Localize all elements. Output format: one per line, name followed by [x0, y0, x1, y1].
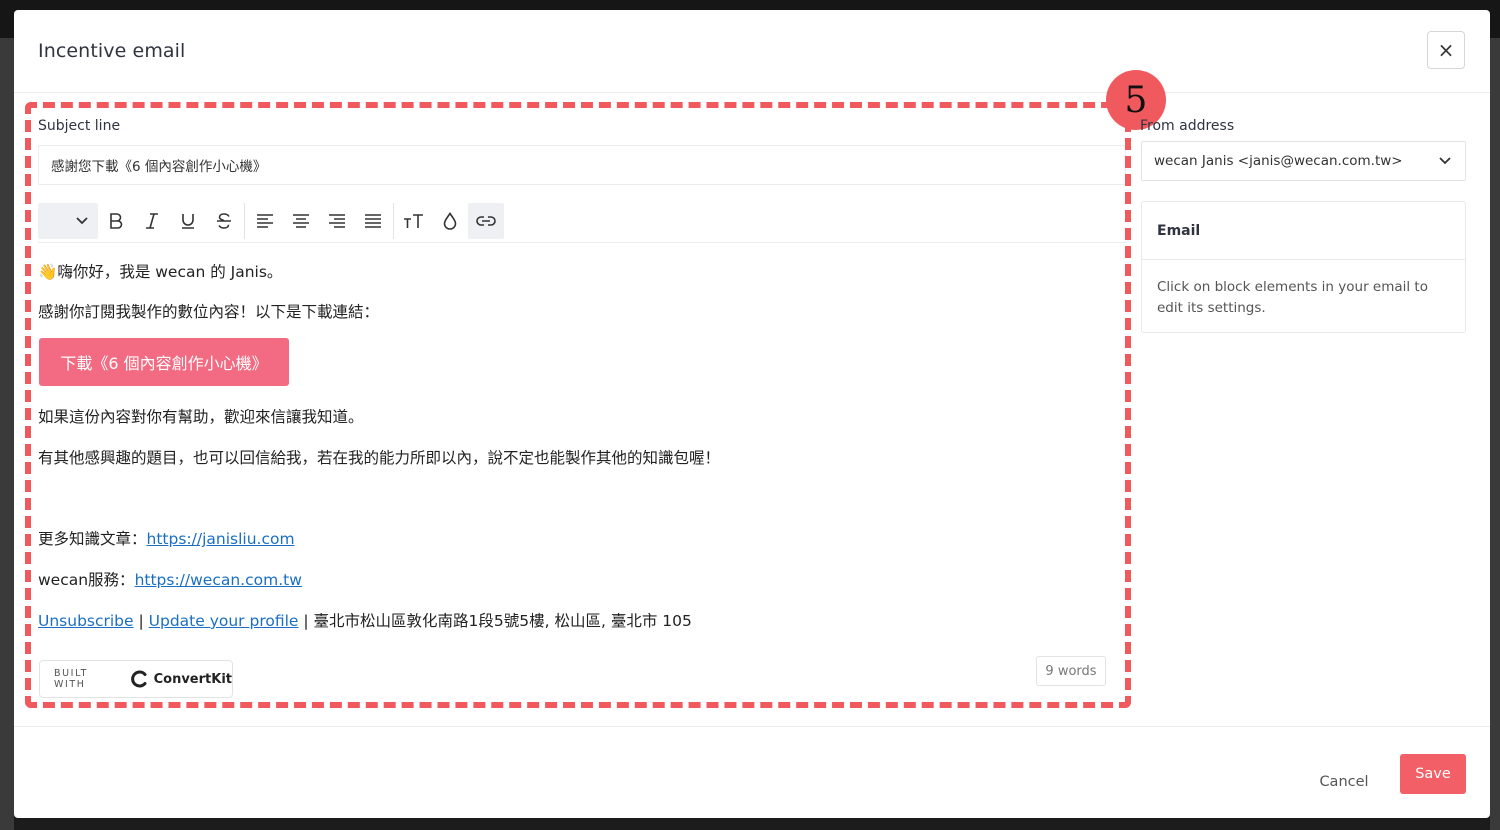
underline-icon — [182, 214, 194, 229]
text-color-button[interactable] — [432, 203, 468, 239]
footer-separator: | — [298, 612, 314, 630]
underline-button[interactable] — [170, 203, 206, 239]
greeting-text: 嗨你好，我是 wecan 的 Janis。 — [57, 263, 283, 281]
incentive-email-modal: Incentive email × Subject line 感謝您下載《6 個… — [14, 10, 1490, 818]
feedback-line[interactable]: 如果這份內容對你有幫助，歡迎來信讓我知道。 — [38, 405, 364, 427]
align-justify-icon — [365, 214, 381, 228]
thanks-line[interactable]: 感謝你訂閱我製作的數位內容！以下是下載連結： — [38, 300, 379, 322]
strikethrough-button[interactable] — [206, 203, 242, 239]
from-address-select[interactable]: wecan Janis <janis@wecan.com.tw> — [1141, 141, 1466, 181]
subject-line-value: 感謝您下載《6 個內容創作小心機》 — [51, 159, 267, 175]
toolbar-divider — [244, 203, 245, 239]
update-profile-link[interactable]: Update your profile — [149, 612, 299, 630]
bold-icon — [110, 213, 123, 229]
app-background-right — [1490, 38, 1500, 830]
email-footer-line: Unsubscribe | Update your profile | 臺北市松… — [38, 609, 692, 631]
align-center-button[interactable] — [283, 203, 319, 239]
email-card-title: Email — [1142, 202, 1465, 260]
postal-address: 臺北市松山區敦化南路1段5號5樓, 松山區, 臺北市 105 — [313, 612, 692, 630]
chevron-down-icon — [76, 217, 88, 225]
strikethrough-icon — [217, 213, 231, 229]
from-address-label: From address — [1140, 118, 1235, 134]
chevron-down-icon — [1439, 157, 1451, 165]
modal-footer: Cancel Save — [14, 726, 1490, 818]
italic-icon — [146, 213, 158, 229]
bold-button[interactable] — [98, 203, 134, 239]
greeting-line[interactable]: 👋嗨你好，我是 wecan 的 Janis。 — [38, 260, 282, 282]
unsubscribe-link[interactable]: Unsubscribe — [38, 612, 134, 630]
close-button[interactable]: × — [1427, 31, 1465, 69]
save-button[interactable]: Save — [1400, 754, 1466, 794]
link-button[interactable] — [468, 203, 504, 239]
text-size-button[interactable] — [396, 203, 432, 239]
email-card-help-text: Click on block elements in your email to… — [1157, 279, 1428, 316]
subject-line-label: Subject line — [38, 118, 121, 134]
janisliu-link[interactable]: https://janisliu.com — [147, 530, 295, 548]
align-center-icon — [293, 214, 309, 228]
more-articles-label: 更多知識文章： — [38, 530, 147, 548]
cancel-button[interactable]: Cancel — [1304, 764, 1384, 800]
convertkit-logo-icon — [130, 670, 147, 688]
convertkit-logo: ConvertKit — [130, 669, 232, 689]
word-count-badge: 9 words — [1036, 656, 1106, 686]
editor-toolbar — [38, 200, 1126, 243]
toolbar-divider — [393, 203, 394, 239]
align-right-icon — [329, 214, 345, 228]
text-size-icon — [404, 214, 423, 228]
align-justify-button[interactable] — [355, 203, 391, 239]
email-settings-card: Email Click on block elements in your em… — [1141, 201, 1466, 333]
italic-button[interactable] — [134, 203, 170, 239]
subject-line-input[interactable]: 感謝您下載《6 個內容創作小心機》 — [38, 145, 1126, 185]
modal-title: Incentive email — [38, 40, 186, 62]
from-address-value: wecan Janis <janis@wecan.com.tw> — [1154, 153, 1403, 169]
link-icon — [476, 216, 496, 226]
align-right-button[interactable] — [319, 203, 355, 239]
block-format-select[interactable] — [38, 203, 98, 239]
download-cta-button[interactable]: 下載《6 個內容創作小心機》 — [39, 338, 289, 386]
wecan-link[interactable]: https://wecan.com.tw — [135, 571, 302, 589]
footer-separator: | — [133, 612, 149, 630]
align-left-icon — [257, 214, 273, 228]
more-articles-line[interactable]: 更多知識文章：https://janisliu.com — [38, 527, 295, 549]
built-with-convertkit-badge[interactable]: BUILT WITH ConvertKit — [39, 660, 233, 698]
close-icon: × — [1437, 38, 1455, 62]
badge-brand-name: ConvertKit — [153, 671, 232, 687]
app-background-left — [0, 38, 14, 830]
align-left-button[interactable] — [247, 203, 283, 239]
topics-line[interactable]: 有其他感興趣的題目，也可以回信給我，若在我的能力所即以內，說不定也能製作其他的知… — [38, 446, 720, 468]
color-drop-icon — [443, 212, 457, 230]
badge-prefix: BUILT WITH — [54, 668, 89, 690]
modal-header: Incentive email × — [14, 10, 1490, 93]
waving-hand-icon: 👋 — [38, 263, 58, 281]
services-line[interactable]: wecan服務：https://wecan.com.tw — [38, 568, 302, 590]
services-label: wecan服務： — [38, 571, 135, 589]
